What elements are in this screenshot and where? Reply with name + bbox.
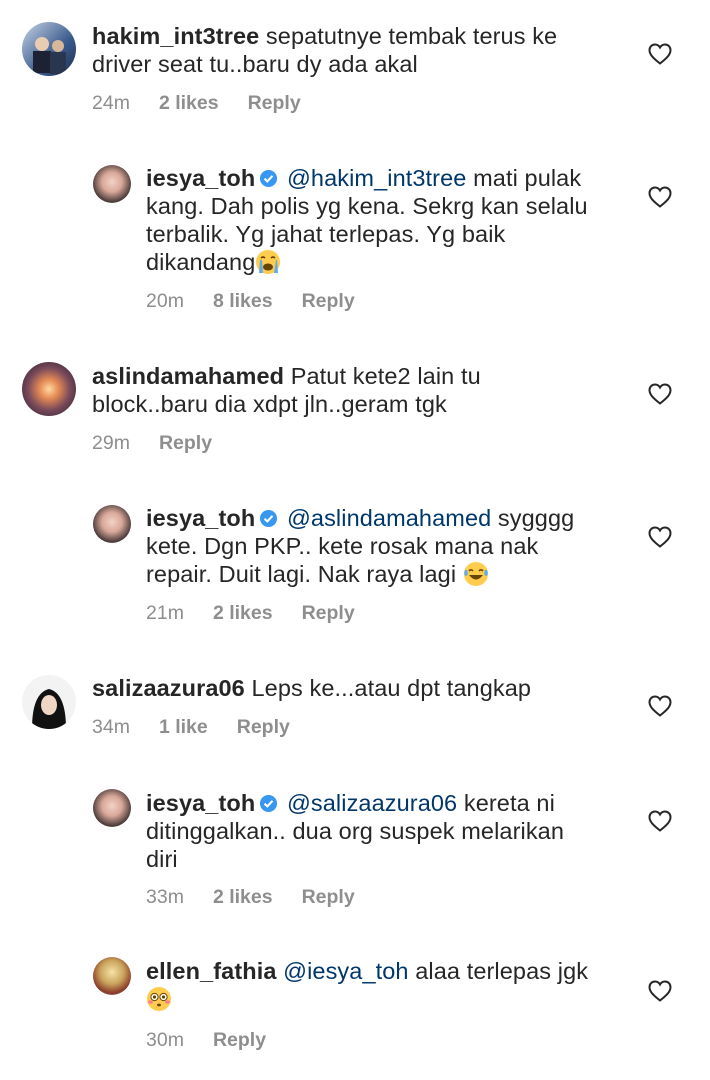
comment-text: iesya_toh @hakim_int3tree mati pulak kan…: [146, 165, 588, 275]
comment-text: salizaazura06 Leps ke...atau dpt tangkap: [92, 675, 532, 701]
comment-meta: 24m 2 likes Reply: [92, 92, 330, 115]
verified-badge-icon: [260, 169, 278, 188]
username[interactable]: iesya_toh: [146, 790, 255, 816]
reply-button[interactable]: Reply: [302, 886, 355, 909]
comment-meta: 21m 2 likes Reply: [146, 602, 384, 625]
comment-meta: 30m Reply: [146, 1029, 295, 1052]
username[interactable]: hakim_int3tree: [92, 23, 259, 49]
mention-link[interactable]: @iesya_toh: [283, 958, 408, 984]
timestamp: 33m: [146, 886, 184, 908]
timestamp: 21m: [146, 602, 184, 624]
comment-meta: 29m Reply: [92, 432, 241, 455]
heart-icon[interactable]: [648, 526, 672, 548]
timestamp: 20m: [146, 290, 184, 312]
avatar[interactable]: [22, 22, 76, 76]
timestamp: 34m: [92, 716, 130, 738]
username[interactable]: iesya_toh: [146, 165, 255, 191]
likes-count[interactable]: 2 likes: [159, 92, 219, 115]
reply-button[interactable]: Reply: [302, 602, 355, 625]
timestamp: 24m: [92, 92, 130, 114]
comment-text: hakim_int3tree sepatutnye tembak terus k…: [92, 23, 558, 77]
heart-icon[interactable]: [648, 695, 672, 717]
flushed-face-emoji-icon: [147, 987, 171, 1011]
timestamp: 30m: [146, 1029, 184, 1051]
username[interactable]: aslindamahamed: [92, 363, 284, 389]
reply-button[interactable]: Reply: [237, 716, 290, 739]
comment-text: ellen_fathia @iesya_toh alaa terlepas jg…: [146, 957, 636, 1013]
reply-button[interactable]: Reply: [248, 92, 301, 115]
reply-button[interactable]: Reply: [213, 1029, 266, 1052]
likes-count[interactable]: 1 like: [159, 716, 208, 739]
reply-button[interactable]: Reply: [302, 290, 355, 313]
heart-icon[interactable]: [648, 43, 672, 65]
avatar[interactable]: [93, 165, 131, 203]
avatar[interactable]: [22, 362, 76, 416]
mention-link[interactable]: @salizaazura06: [287, 790, 457, 816]
reply-button[interactable]: Reply: [159, 432, 212, 455]
mention-link[interactable]: @aslindamahamed: [287, 505, 491, 531]
timestamp: 29m: [92, 432, 130, 454]
likes-count[interactable]: 2 likes: [213, 602, 273, 625]
heart-icon[interactable]: [648, 980, 672, 1002]
heart-icon[interactable]: [648, 810, 672, 832]
avatar[interactable]: [93, 505, 131, 543]
username[interactable]: salizaazura06: [92, 675, 245, 701]
likes-count[interactable]: 2 likes: [213, 886, 273, 909]
avatar[interactable]: [93, 957, 131, 995]
likes-count[interactable]: 8 likes: [213, 290, 273, 313]
username[interactable]: iesya_toh: [146, 505, 255, 531]
verified-badge-icon: [260, 509, 278, 528]
comment-meta: 34m 1 like Reply: [92, 716, 319, 739]
heart-icon[interactable]: [648, 186, 672, 208]
avatar[interactable]: [93, 789, 131, 827]
tears-of-joy-emoji-icon: [463, 562, 488, 586]
username[interactable]: ellen_fathia: [146, 958, 277, 984]
comment-text: iesya_toh @salizaazura06 kereta ni ditin…: [146, 790, 565, 872]
crying-face-emoji-icon: [256, 250, 281, 274]
comment-meta: 33m 2 likes Reply: [146, 886, 384, 909]
comment-text: iesya_toh @aslindamahamed sygggg kete. D…: [146, 505, 575, 587]
comment-meta: 20m 8 likes Reply: [146, 290, 384, 313]
verified-badge-icon: [260, 794, 278, 813]
comment-text: aslindamahamed Patut kete2 lain tu block…: [92, 363, 481, 417]
heart-icon[interactable]: [648, 383, 672, 405]
mention-link[interactable]: @hakim_int3tree: [287, 165, 467, 191]
avatar[interactable]: [22, 675, 76, 729]
